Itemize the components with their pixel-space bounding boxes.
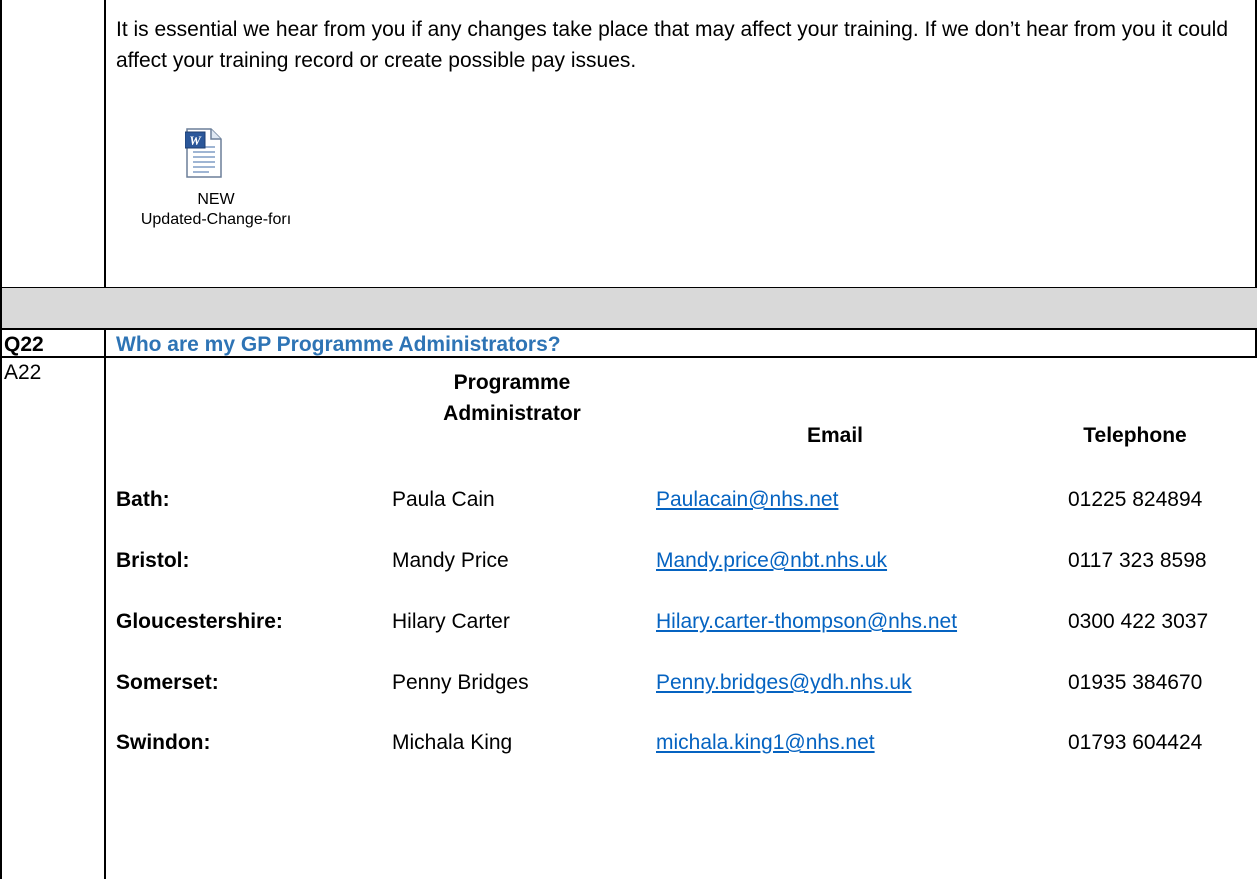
attachment-caption-line2: Updated-Change-forı <box>140 211 292 228</box>
row-divider-gray-bottom <box>0 328 1257 330</box>
column-header-admin-line2: Administrator <box>443 402 581 425</box>
separator-row <box>0 288 1257 328</box>
column-header-programme-administrator: Programme Administrator <box>400 367 624 429</box>
column-header-telephone: Telephone <box>1083 424 1187 447</box>
question-number: Q22 <box>4 333 44 356</box>
email-link[interactable]: Paulacain@nhs.net <box>656 484 838 516</box>
region-label: Swindon: <box>116 731 211 754</box>
intro-paragraph: It is essential we hear from you if any … <box>116 18 1229 72</box>
document-page: It is essential we hear from you if any … <box>0 0 1257 879</box>
column-header-admin-line1: Programme <box>453 371 571 394</box>
question-heading: Who are my GP Programme Administrators? <box>116 333 561 356</box>
telephone-number: 0300 422 3037 <box>1068 610 1209 633</box>
region-label: Bath: <box>116 488 170 511</box>
table-column-divider <box>104 0 106 879</box>
gray-row-left-border <box>0 288 2 358</box>
administrator-name: Penny Bridges <box>392 671 529 694</box>
region-label: Bristol: <box>116 549 190 572</box>
svg-text:W: W <box>189 133 202 148</box>
admin-row-swindon: Swindon: Michala King michala.king1@nhs.… <box>116 727 1246 759</box>
admin-row-bath: Bath: Paula Cain Paulacain@nhs.net 01225… <box>116 484 1246 516</box>
telephone-number: 01793 604424 <box>1068 731 1203 754</box>
admin-row-gloucestershire: Gloucestershire: Hilary Carter Hilary.ca… <box>116 606 1246 638</box>
attachment-caption-line1: NEW <box>197 191 235 208</box>
email-link[interactable]: Hilary.carter-thompson@nhs.net <box>656 606 957 638</box>
email-link[interactable]: michala.king1@nhs.net <box>656 727 875 759</box>
administrator-name: Michala King <box>392 731 513 754</box>
table-left-border <box>0 0 2 287</box>
administrator-name: Paula Cain <box>392 488 495 511</box>
admin-row-somerset: Somerset: Penny Bridges Penny.bridges@yd… <box>116 667 1246 699</box>
answer-left-border <box>0 356 2 879</box>
email-link[interactable]: Mandy.price@nbt.nhs.uk <box>656 545 887 577</box>
telephone-number: 01225 824894 <box>1068 488 1203 511</box>
answer-number: A22 <box>4 361 42 384</box>
telephone-number: 01935 384670 <box>1068 671 1203 694</box>
administrator-name: Mandy Price <box>392 549 509 572</box>
column-header-email: Email <box>806 424 864 447</box>
administrator-name: Hilary Carter <box>392 610 510 633</box>
word-document-icon[interactable]: W <box>185 128 223 178</box>
region-label: Gloucestershire: <box>116 610 283 633</box>
admin-row-bristol: Bristol: Mandy Price Mandy.price@nbt.nhs… <box>116 545 1246 577</box>
telephone-number: 0117 323 8598 <box>1068 549 1207 572</box>
region-label: Somerset: <box>116 671 219 694</box>
email-link[interactable]: Penny.bridges@ydh.nhs.uk <box>656 667 912 699</box>
